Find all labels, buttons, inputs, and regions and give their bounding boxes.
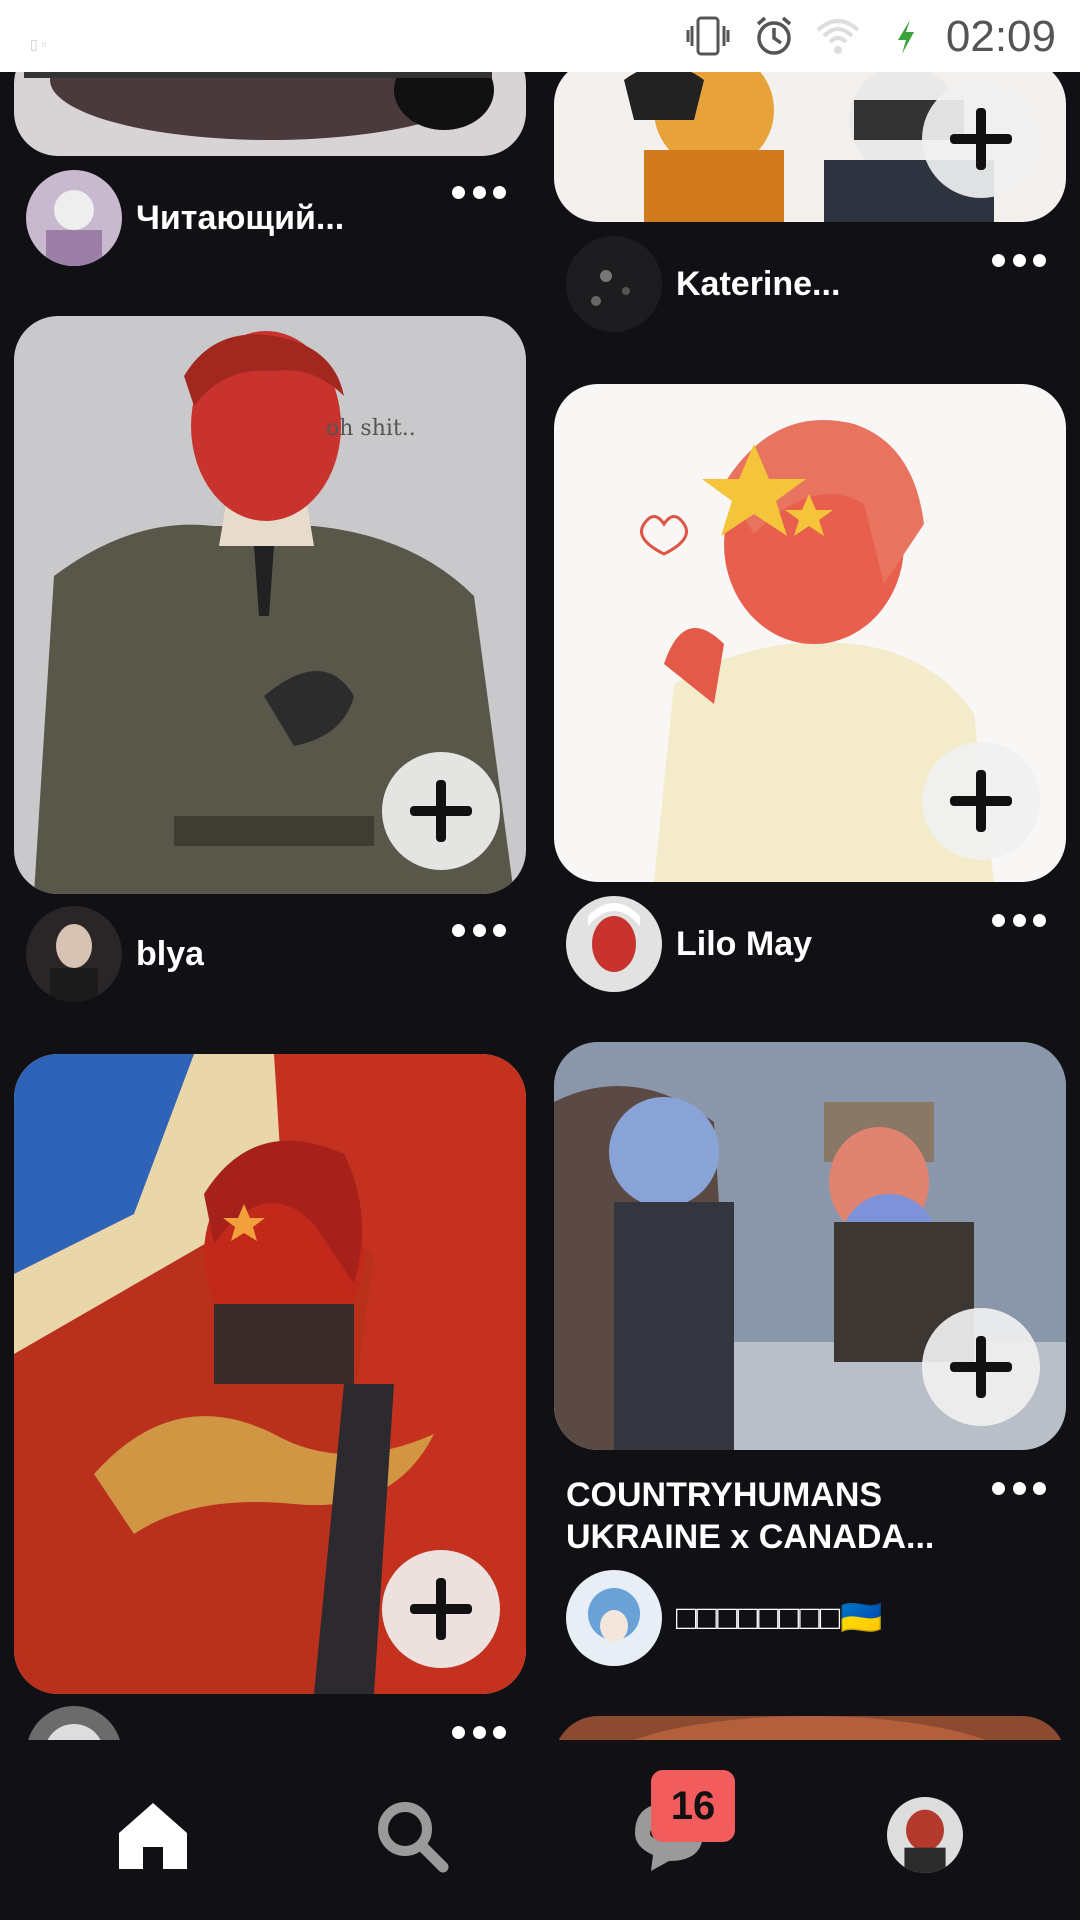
status-bar: ▯ ▫ 02:09: [0, 0, 1080, 72]
home-tab[interactable]: [108, 1790, 198, 1880]
pin-image[interactable]: [14, 1054, 526, 1694]
pin-image[interactable]: oh shit..: [14, 316, 526, 894]
notification-badge: 16: [651, 1770, 735, 1842]
pin-image[interactable]: [554, 1042, 1066, 1450]
more-options-button[interactable]: [452, 182, 506, 202]
home-icon: [119, 1803, 187, 1869]
pin-artwork: [554, 1716, 1066, 1740]
pin-meta[interactable]: Katerine...: [566, 236, 840, 332]
save-pin-button[interactable]: [922, 742, 1040, 860]
profile-avatar[interactable]: [887, 1797, 963, 1873]
save-pin-button[interactable]: [382, 752, 500, 870]
more-options-button[interactable]: [452, 920, 506, 940]
search-icon: [378, 1802, 449, 1873]
more-options-button[interactable]: [992, 910, 1046, 930]
avatar[interactable]: [26, 1706, 122, 1740]
avatar[interactable]: [26, 170, 122, 266]
pin-author-name[interactable]: blya: [136, 935, 204, 974]
pin-meta[interactable]: Читающий...: [26, 170, 344, 266]
save-pin-button[interactable]: [922, 80, 1040, 198]
profile-tab[interactable]: [880, 1790, 970, 1880]
pin-title-line: UKRAINE x CANADA...: [566, 1518, 935, 1556]
clock: 02:09: [945, 12, 1056, 61]
pin-meta[interactable]: □□□□□□□□🇺🇦: [566, 1570, 883, 1666]
pin-image[interactable]: [554, 1716, 1066, 1740]
alarm-icon: [756, 16, 792, 55]
avatar[interactable]: [566, 896, 662, 992]
pin-image[interactable]: [554, 384, 1066, 882]
plus-icon: [950, 108, 1012, 170]
plus-icon: [950, 1336, 1012, 1398]
charging-icon: [898, 20, 914, 54]
pin-meta[interactable]: blya: [26, 906, 204, 1002]
vibrate-icon: [686, 16, 730, 56]
pin-author-name[interactable]: Katerine...: [676, 265, 840, 304]
pin-image[interactable]: [554, 60, 1066, 222]
pin-feed[interactable]: Читающий... Katerine... oh shit.. blya L…: [0, 0, 1080, 1740]
image-caption-text: oh shit..: [326, 416, 416, 441]
plus-icon: [410, 1578, 472, 1640]
scroll-indicator: [24, 72, 492, 78]
save-pin-button[interactable]: [382, 1550, 500, 1668]
pin-author-name[interactable]: Читающий...: [136, 199, 344, 238]
pin-author-name[interactable]: Lilo May: [676, 925, 812, 964]
plus-icon: [950, 770, 1012, 832]
notification-icons: ▯ ▫: [30, 36, 47, 52]
pin-author-name[interactable]: □□□□□□□□🇺🇦: [676, 1598, 883, 1638]
wifi-icon: [816, 19, 860, 54]
more-options-button[interactable]: [992, 1478, 1046, 1498]
more-options-button[interactable]: [452, 1722, 506, 1740]
plus-icon: [410, 780, 472, 842]
bottom-navigation: [0, 1740, 1080, 1920]
save-pin-button[interactable]: [922, 1308, 1040, 1426]
avatar[interactable]: [566, 236, 662, 332]
pin-meta[interactable]: [26, 1706, 122, 1740]
pin-title-line: COUNTRYHUMANS: [566, 1476, 883, 1514]
more-options-button[interactable]: [992, 250, 1046, 270]
pin-title[interactable]: COUNTRYHUMANS UKRAINE x CANADA...: [566, 1474, 934, 1558]
avatar[interactable]: [566, 1570, 662, 1666]
search-tab[interactable]: [366, 1790, 456, 1880]
pin-meta[interactable]: Lilo May: [566, 896, 812, 992]
avatar[interactable]: [26, 906, 122, 1002]
